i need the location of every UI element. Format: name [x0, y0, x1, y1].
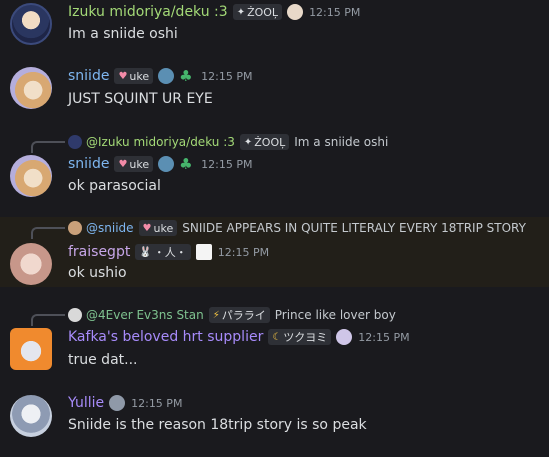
username[interactable]: Kafka's beloved hrt supplier [68, 329, 263, 345]
reply-text: Im a sniide oshi [294, 135, 389, 149]
avatar[interactable] [10, 155, 52, 197]
message: Izuku midoriya/deku :3 ✦ ŻOOĻ 12:15 PM I… [0, 0, 549, 55]
timestamp: 12:15 PM [358, 330, 410, 344]
heart-icon: ♥ [142, 222, 152, 234]
diamond-icon: ✦ [236, 6, 246, 18]
tag-label: ・人・ [153, 246, 187, 259]
message: @4Ever Ev3ns Stan ⚡ パラライ Prince like lov… [0, 300, 549, 380]
reply-preview[interactable]: @Izuku midoriya/deku :3 ✦ ŻOOĻ Im a snii… [68, 134, 388, 150]
timestamp: 12:15 PM [201, 69, 253, 83]
avatar[interactable] [10, 67, 52, 109]
clover-icon: ♣ [179, 67, 193, 85]
role-badge-icon [158, 156, 175, 172]
reply-user[interactable]: @sniide [86, 221, 134, 235]
avatar[interactable] [10, 243, 52, 285]
bunny-icon: 🐰 [139, 246, 152, 258]
timestamp: 12:15 PM [131, 396, 183, 410]
username[interactable]: fraisegpt [68, 244, 130, 260]
message: @sniide ♥ uke SNIIDE APPEARS IN QUITE LI… [0, 217, 549, 287]
avatar[interactable] [10, 328, 52, 370]
message-text: true dat... [68, 352, 138, 368]
tag-label: uke [129, 157, 150, 171]
role-badge-icon [158, 68, 175, 84]
message-text: Sniide is the reason 18trip story is so … [68, 417, 367, 433]
moon-icon: ☾ [272, 331, 282, 343]
reply-tag: ⚡ パラライ [208, 307, 270, 323]
message: Yullie 12:15 PM Sniide is the reason 18t… [0, 384, 549, 457]
timestamp: 12:15 PM [217, 245, 270, 259]
reply-avatar [68, 135, 82, 149]
heart-icon: ♥ [118, 70, 128, 82]
message: sniide ♥ uke ♣ 12:15 PM JUST SQUINT UR E… [0, 55, 549, 125]
diamond-icon: ✦ [243, 136, 253, 148]
server-tag[interactable]: ☾ ツクヨミ [268, 329, 332, 345]
role-avatar-icon [336, 329, 353, 345]
tag-label: ツクヨミ [283, 331, 328, 344]
reply-text: Prince like lover boy [274, 308, 396, 322]
message-text: JUST SQUINT UR EYE [68, 91, 213, 107]
lightning-icon: ⚡ [212, 309, 220, 321]
reply-user[interactable]: @Izuku midoriya/deku :3 [86, 135, 235, 149]
tag-label: uke [153, 221, 174, 235]
tag-label: ŻOOĻ [254, 135, 286, 149]
server-tag[interactable]: ♥ uke [114, 68, 154, 84]
reply-tag: ✦ ŻOOĻ [239, 134, 290, 150]
username[interactable]: Izuku midoriya/deku :3 [68, 4, 228, 20]
role-avatar-icon [109, 395, 126, 411]
reply-preview[interactable]: @4Ever Ev3ns Stan ⚡ パラライ Prince like lov… [68, 307, 396, 323]
avatar[interactable] [10, 3, 52, 45]
reply-user[interactable]: @4Ever Ev3ns Stan [86, 308, 204, 322]
reply-spine [31, 227, 65, 239]
role-avatar-icon [287, 4, 304, 20]
server-tag[interactable]: ♥ uke [114, 156, 154, 172]
username[interactable]: Yullie [68, 395, 104, 411]
message-text: ok ushio [68, 265, 127, 281]
timestamp: 12:15 PM [201, 157, 253, 171]
username[interactable]: sniide [68, 156, 109, 172]
heart-icon: ♥ [118, 158, 128, 170]
server-tag[interactable]: ✦ ŻOOĻ [232, 4, 283, 20]
reply-text: SNIIDE APPEARS IN QUITE LITERALY EVERY 1… [182, 221, 526, 235]
tag-label: パラライ [221, 309, 266, 322]
avatar[interactable] [10, 395, 52, 437]
dog-sticker-icon [195, 244, 212, 260]
reply-spine [31, 314, 65, 326]
reply-spine [31, 141, 65, 153]
reply-preview[interactable]: @sniide ♥ uke SNIIDE APPEARS IN QUITE LI… [68, 220, 526, 236]
server-tag[interactable]: 🐰 ・人・ [135, 244, 191, 260]
reply-tag: ♥ uke [138, 220, 178, 236]
clover-icon: ♣ [179, 155, 193, 173]
message-text: Im a sniide oshi [68, 26, 178, 42]
username[interactable]: sniide [68, 68, 109, 84]
reply-avatar [68, 221, 82, 235]
tag-label: uke [129, 69, 150, 83]
message-text: ok parasocial [68, 178, 161, 194]
timestamp: 12:15 PM [309, 5, 361, 19]
reply-avatar [68, 308, 82, 322]
message: @Izuku midoriya/deku :3 ✦ ŻOOĻ Im a snii… [0, 125, 549, 215]
tag-label: ŻOOĻ [247, 5, 279, 19]
